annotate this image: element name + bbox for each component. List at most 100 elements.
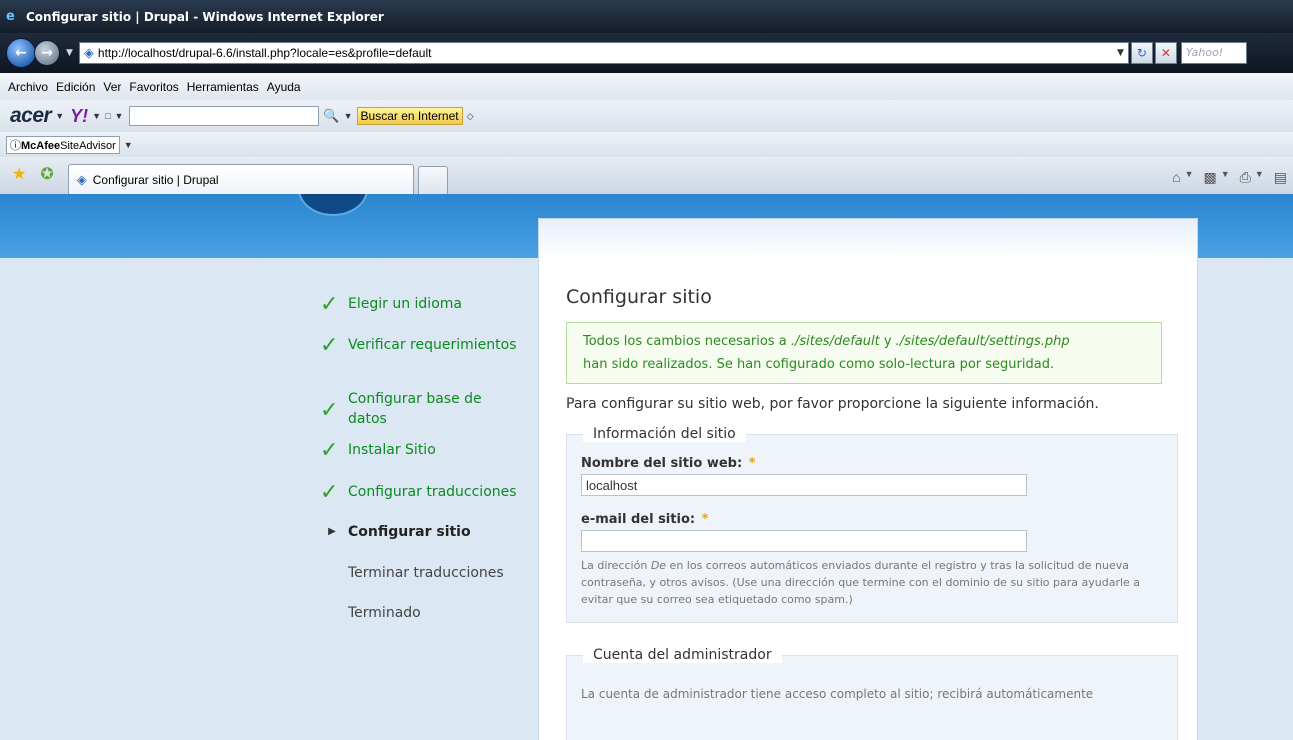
- stop-button[interactable]: ✕: [1154, 42, 1177, 64]
- admin-description: La cuenta de administrador tiene acceso …: [581, 687, 1094, 701]
- address-bar-row: ← → ▼ ◈ http://localhost/drupal-6.6/inst…: [0, 33, 1293, 73]
- recent-pages-dropdown-icon[interactable]: ▼: [66, 48, 73, 58]
- yahoo-dropdown-icon[interactable]: ▼: [92, 111, 101, 121]
- search-web-button[interactable]: Buscar en Internet: [356, 107, 463, 125]
- add-favorites-icon[interactable]: ✪: [40, 164, 53, 184]
- page-icon: ◈: [83, 45, 94, 61]
- status-path-default: ./sites/default: [790, 334, 880, 349]
- refresh-button[interactable]: ↻: [1130, 42, 1153, 64]
- search-input[interactable]: Yahoo!: [1180, 42, 1247, 64]
- address-input[interactable]: ◈ http://localhost/drupal-6.6/install.ph…: [78, 42, 1129, 64]
- search-icon[interactable]: 🔍: [323, 108, 339, 124]
- mcafee-icon: ⓘ: [10, 139, 21, 152]
- main-content: Configurar sitio Todos los cambios neces…: [566, 286, 1178, 740]
- command-bar: ⌂ ▼ ▩ ▼ ⎙ ▼ ▤: [1172, 169, 1287, 186]
- acer-logo[interactable]: acer: [10, 104, 52, 128]
- pen-icon[interactable]: □: [105, 111, 110, 121]
- site-name-input[interactable]: [581, 474, 1027, 496]
- tab-bar: ★ ✪ ◈ Configurar sitio | Drupal ⌂ ▼ ▩ ▼ ⎙ ▼…: [0, 157, 1293, 194]
- step-label: Configurar base de datos: [348, 391, 482, 427]
- status-text-2: han sido realizados. Se han cofigurado c…: [583, 357, 1055, 372]
- home-icon[interactable]: ⌂: [1172, 169, 1180, 186]
- menu-archivo[interactable]: Archivo: [8, 80, 48, 94]
- site-name-label-text: Nombre del sitio web:: [581, 456, 743, 471]
- home-dropdown-icon[interactable]: ▼: [1185, 169, 1194, 186]
- step-configurar-traducciones: ✓ Configurar traducciones: [320, 482, 517, 522]
- step-terminar-traducciones: Terminar traducciones: [320, 563, 517, 603]
- menu-herramientas[interactable]: Herramientas: [187, 80, 259, 94]
- site-email-description: La dirección De en los correos automátic…: [581, 557, 1163, 608]
- new-tab-button[interactable]: [417, 166, 448, 194]
- check-icon: ✓: [320, 480, 339, 505]
- mcafee-siteadvisor-button[interactable]: ⓘMcAfeeSiteAdvisor: [6, 135, 120, 154]
- acer-dropdown-icon[interactable]: ▼: [55, 111, 64, 121]
- status-path-settings: ./sites/default/settings.php: [895, 334, 1070, 349]
- menu-ver[interactable]: Ver: [103, 80, 121, 94]
- mcafee-dropdown-icon[interactable]: ▼: [124, 140, 133, 150]
- step-elegir-idioma: ✓ Elegir un idioma: [320, 294, 517, 335]
- step-label: Configurar sitio: [348, 524, 471, 540]
- menu-favoritos[interactable]: Favoritos: [129, 80, 178, 94]
- site-email-input[interactable]: [581, 530, 1027, 552]
- forward-button[interactable]: →: [34, 40, 60, 66]
- menu-edicion[interactable]: Edición: [56, 80, 95, 94]
- site-email-label: e-mail del sitio: *: [581, 512, 1163, 527]
- menu-bar: Archivo Edición Ver Favoritos Herramient…: [0, 73, 1293, 100]
- step-instalar-sitio: ✓ Instalar Sitio: [320, 440, 517, 482]
- step-configurar-sitio: ▶ Configurar sitio: [320, 522, 517, 563]
- mcafee-sub-label: SiteAdvisor: [60, 139, 116, 152]
- back-button[interactable]: ←: [6, 38, 36, 68]
- status-text: Todos los cambios necesarios a: [583, 334, 791, 349]
- yahoo-logo[interactable]: Y!: [70, 106, 88, 127]
- toolbar-search-input[interactable]: [129, 106, 320, 126]
- page-icon: ◈: [76, 171, 87, 187]
- pen-dropdown-icon[interactable]: ▼: [115, 111, 124, 121]
- tab-label: Configurar sitio | Drupal: [92, 172, 219, 187]
- tab-configurar-sitio[interactable]: ◈ Configurar sitio | Drupal: [67, 164, 414, 194]
- feeds-dropdown-icon[interactable]: ▼: [1221, 169, 1230, 186]
- favorites-star-icon[interactable]: ★: [12, 164, 26, 184]
- step-verificar-requerimientos: ✓ Verificar requerimientos: [320, 335, 517, 382]
- address-dropdown-icon[interactable]: ▼: [1117, 48, 1124, 58]
- required-mark: *: [748, 456, 756, 471]
- close-icon: ✕: [1160, 46, 1171, 60]
- step-label: Configurar traducciones: [348, 484, 517, 500]
- page-menu-icon[interactable]: ▤: [1274, 169, 1287, 186]
- print-icon[interactable]: ⎙: [1240, 169, 1251, 186]
- back-arrow-icon: ←: [15, 45, 27, 61]
- step-label: Terminar traducciones: [348, 565, 504, 581]
- intro-text: Para configurar su sitio web, por favor …: [566, 396, 1099, 412]
- refresh-icon: ↻: [1136, 46, 1147, 60]
- install-steps: ✓ Elegir un idioma ✓ Verificar requerimi…: [320, 294, 517, 633]
- site-info-legend[interactable]: Información del sitio: [583, 426, 746, 442]
- search-dropdown-icon[interactable]: ▼: [344, 111, 353, 121]
- admin-account-legend[interactable]: Cuenta del administrador: [583, 647, 782, 663]
- check-icon: ✓: [320, 438, 339, 463]
- step-label: Verificar requerimientos: [348, 337, 517, 353]
- ie-logo-icon: e: [6, 8, 15, 24]
- step-configurar-base-datos: ✓ Configurar base de datos: [320, 382, 517, 440]
- required-mark: *: [701, 512, 709, 527]
- mcafee-label: McAfee: [21, 139, 61, 152]
- current-step-arrow-icon: ▶: [328, 526, 336, 537]
- forward-arrow-icon: →: [41, 45, 53, 61]
- check-icon: ✓: [320, 333, 339, 358]
- menu-ayuda[interactable]: Ayuda: [267, 80, 301, 94]
- site-email-label-text: e-mail del sitio:: [581, 512, 696, 527]
- address-text: http://localhost/drupal-6.6/install.php?…: [97, 46, 432, 60]
- step-terminado: Terminado: [320, 603, 517, 633]
- desc-text: La dirección: [581, 559, 651, 572]
- page-title: Configurar sitio: [566, 286, 712, 308]
- desc-em: De: [650, 559, 667, 572]
- card-top-gradient: [539, 219, 1197, 259]
- feeds-icon[interactable]: ▩: [1203, 169, 1216, 186]
- window-title: Configurar sitio | Drupal - Windows Inte…: [26, 9, 384, 24]
- drupal-logo: [298, 194, 368, 216]
- site-name-label: Nombre del sitio web: *: [581, 456, 1163, 471]
- print-dropdown-icon[interactable]: ▼: [1255, 169, 1264, 186]
- window-title-bar: e Configurar sitio | Drupal - Windows In…: [0, 0, 1293, 33]
- admin-account-fieldset: Cuenta del administrador La cuenta de ad…: [566, 647, 1178, 740]
- step-label: Terminado: [348, 605, 421, 621]
- toolbar-grip-icon: ◇: [466, 110, 474, 121]
- check-icon: ✓: [320, 292, 339, 317]
